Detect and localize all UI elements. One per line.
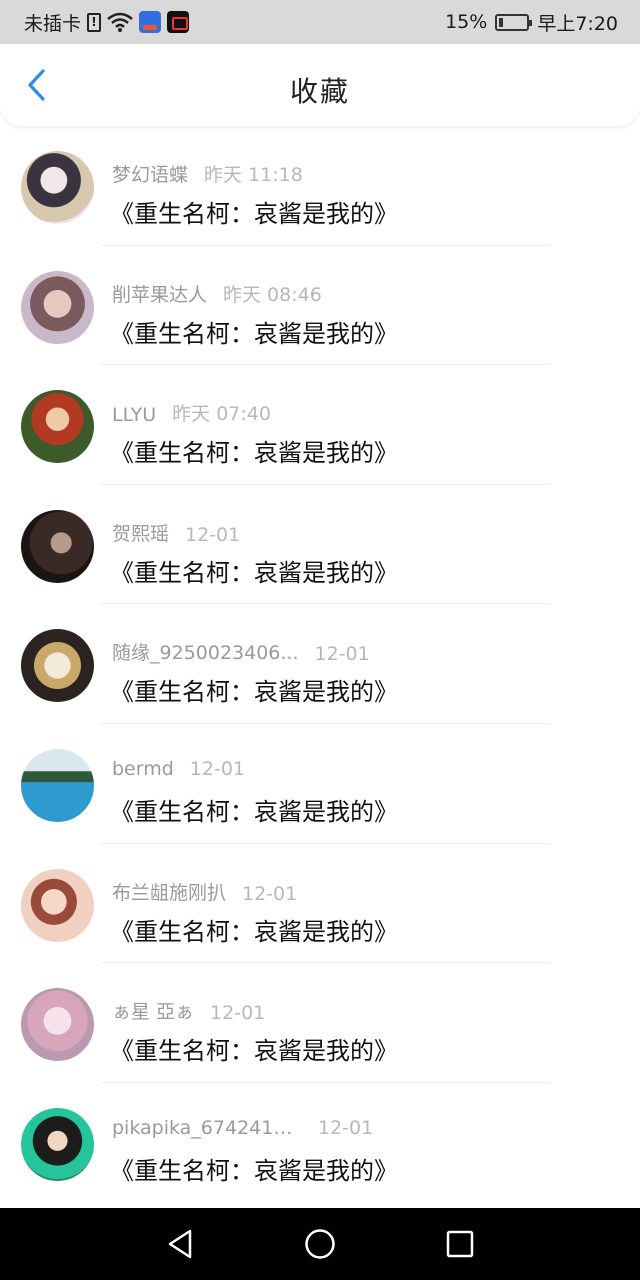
- clock: 早上7:20: [537, 12, 618, 35]
- user-name: 梦幻语蝶: [112, 164, 189, 186]
- row-meta: pikapika_6742411... 12-01: [112, 1117, 373, 1139]
- favorites-list: 梦幻语蝶 昨天 11:18 《重生名柯：哀酱是我的》 削苹果达人 昨天 08:46 《重生…: [0, 126, 640, 1202]
- system-back-button[interactable]: [156, 1220, 204, 1268]
- app-notification-icon: [139, 11, 162, 33]
- row-meta: 梦幻语蝶 昨天 11:18: [112, 160, 303, 187]
- book-title: 《重生名柯：哀酱是我的》: [110, 797, 398, 826]
- avatar[interactable]: [21, 868, 94, 942]
- book-title: 《重生名柯：哀酱是我的》: [110, 1156, 398, 1185]
- user-name: 布兰龃施刚扒: [112, 881, 227, 904]
- timestamp: 12-01: [318, 1116, 374, 1139]
- avatar[interactable]: [21, 270, 94, 344]
- avatar[interactable]: [21, 988, 94, 1062]
- favorite-row[interactable]: LLYU 昨天 07:40 《重生名柯：哀酱是我的》: [0, 365, 640, 485]
- row-meta: bermd 12-01: [112, 758, 245, 780]
- avatar[interactable]: [21, 629, 94, 703]
- battery-percent: 15%: [445, 11, 488, 33]
- user-name: 贺熙瑶: [112, 522, 170, 545]
- user-name: ぁ星 亞ぁ: [112, 1001, 195, 1024]
- avatar[interactable]: [21, 390, 94, 464]
- timestamp: 12-01: [210, 1002, 266, 1025]
- user-name: bermd: [112, 757, 174, 780]
- book-title: 《重生名柯：哀酱是我的》: [110, 1037, 398, 1066]
- book-title: 《重生名柯：哀酱是我的》: [110, 678, 398, 707]
- favorite-row[interactable]: 梦幻语蝶 昨天 11:18 《重生名柯：哀酱是我的》: [0, 126, 640, 246]
- favorite-row[interactable]: bermd 12-01 《重生名柯：哀酱是我的》: [0, 724, 640, 844]
- timestamp: 12-01: [189, 757, 246, 780]
- timestamp: 12-01: [242, 882, 298, 905]
- system-recents-button[interactable]: [436, 1220, 484, 1268]
- book-title: 《重生名柯：哀酱是我的》: [110, 917, 398, 946]
- user-name: 随缘_9250023406...: [112, 642, 299, 665]
- avatar[interactable]: [21, 151, 94, 224]
- row-meta: 随缘_9250023406... 12-01: [112, 638, 370, 665]
- favorite-row[interactable]: ぁ星 亞ぁ 12-01 《重生名柯：哀酱是我的》: [0, 963, 640, 1083]
- status-bar: 未插卡 ! 15% 早上7:20: [0, 0, 640, 44]
- timestamp: 12-01: [314, 643, 370, 666]
- user-name: pikapika_6742411...: [112, 1116, 302, 1139]
- avatar[interactable]: [21, 748, 94, 822]
- home-circle-icon: [305, 1229, 335, 1259]
- status-right: 15% 早上7:20: [445, 9, 618, 36]
- video-app-icon: [167, 11, 190, 33]
- favorite-row[interactable]: 削苹果达人 昨天 08:46 《重生名柯：哀酱是我的》: [0, 246, 640, 366]
- avatar[interactable]: [21, 1107, 94, 1181]
- page-title: 收藏: [289, 75, 350, 108]
- system-navigation-bar: [0, 1208, 640, 1280]
- timestamp: 昨天 08:46: [223, 283, 322, 306]
- timestamp: 昨天 07:40: [172, 403, 271, 426]
- battery-icon: [495, 13, 533, 31]
- favorite-row[interactable]: pikapika_6742411... 12-01 《重生名柯：哀酱是我的》: [0, 1083, 640, 1203]
- favorite-row[interactable]: 随缘_9250023406... 12-01 《重生名柯：哀酱是我的》: [0, 604, 640, 724]
- row-meta: 削苹果达人 昨天 08:46: [112, 280, 322, 307]
- recents-square-icon: [446, 1230, 474, 1258]
- book-title: 《重生名柯：哀酱是我的》: [110, 439, 398, 468]
- wifi-icon: [107, 12, 133, 32]
- row-meta: 布兰龃施刚扒 12-01: [112, 878, 297, 905]
- book-title: 《重生名柯：哀酱是我的》: [110, 319, 398, 348]
- book-title: 《重生名柯：哀酱是我的》: [110, 558, 398, 587]
- book-title: 《重生名柯：哀酱是我的》: [110, 200, 398, 228]
- favorite-row[interactable]: 布兰龃施刚扒 12-01 《重生名柯：哀酱是我的》: [0, 844, 640, 964]
- row-meta: ぁ星 亞ぁ 12-01: [112, 997, 265, 1024]
- row-meta: LLYU 昨天 07:40: [112, 399, 271, 426]
- user-name: LLYU: [112, 404, 157, 427]
- avatar[interactable]: [21, 509, 94, 583]
- timestamp: 昨天 11:18: [204, 164, 303, 186]
- back-triangle-icon: [168, 1229, 192, 1259]
- user-name: 削苹果达人: [112, 283, 208, 306]
- status-left: 未插卡 !: [24, 9, 190, 36]
- timestamp: 12-01: [185, 523, 241, 546]
- carrier-label: 未插卡: [24, 12, 82, 35]
- favorite-row[interactable]: 贺熙瑶 12-01 《重生名柯：哀酱是我的》: [0, 485, 640, 605]
- row-meta: 贺熙瑶 12-01: [112, 519, 240, 546]
- sim-alert-icon: !: [87, 12, 102, 32]
- battery-level: [499, 17, 504, 27]
- navigation-bar: 收藏: [0, 44, 640, 126]
- system-home-button[interactable]: [296, 1220, 344, 1268]
